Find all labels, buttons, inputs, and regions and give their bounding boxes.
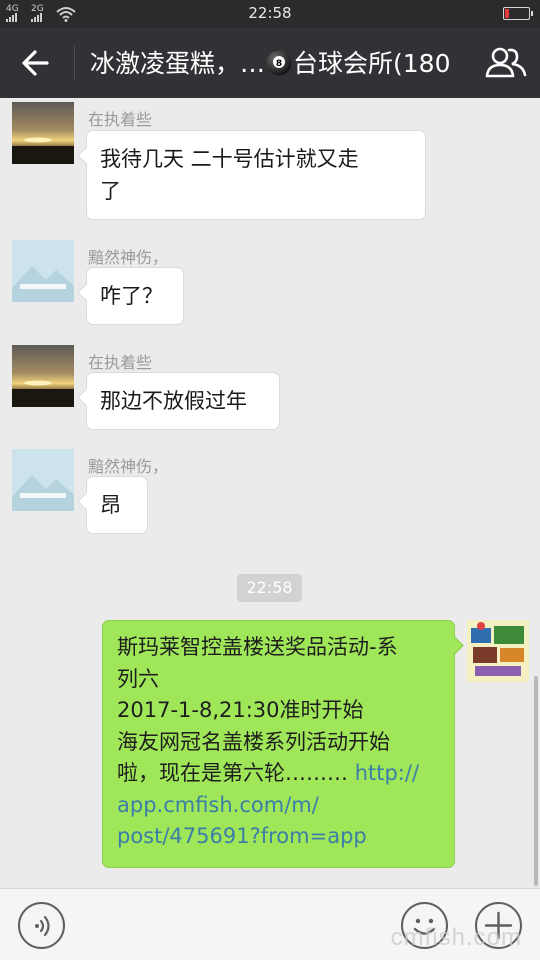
chat-header: 冰激凌蛋糕，… 8 台球会所(180: [0, 28, 540, 98]
scrollbar[interactable]: [534, 676, 538, 886]
sender-name: 在执着些: [88, 110, 153, 129]
sunset-avatar[interactable]: [12, 345, 74, 407]
status-bar: 4G 2G 22:58: [0, 0, 540, 28]
title-divider: [74, 46, 75, 80]
message-text-line: 啦，现在是第六轮……… http://: [117, 758, 441, 790]
status-time: 22:58: [248, 4, 292, 22]
sender-name: 在执着些: [88, 353, 153, 372]
message-text: 咋了？: [100, 284, 163, 308]
message-bubble[interactable]: 那边不放假过年: [86, 372, 280, 430]
group-info-button[interactable]: [484, 45, 528, 81]
sender-name: 黯然神伤，: [88, 457, 169, 476]
message-text-line: 了: [100, 179, 121, 203]
chat-message-list[interactable]: 在执着些 我待几天 二十号估计就又走 了 黯然神伤， 咋了？ 在执着些 那边不放…: [0, 98, 540, 888]
message-bubble-outgoing[interactable]: 斯玛莱智控盖楼送奖品活动-系 列六 2017-1-8,21:30准时开始 海友网…: [102, 620, 455, 868]
battery-fill: [505, 9, 509, 18]
placeholder-avatar[interactable]: [12, 449, 74, 511]
promo-avatar[interactable]: [467, 620, 529, 682]
back-arrow-icon: [22, 50, 49, 76]
chat-title-part1: 冰激凌蛋糕，…: [90, 49, 266, 78]
message-text: 啦，现在是第六轮………: [117, 761, 355, 785]
group-members-icon: [485, 47, 527, 78]
message-text-line: 海友网冠名盖楼系列活动开始: [117, 729, 390, 754]
message-bubble[interactable]: 昂: [86, 476, 148, 534]
chat-title: 冰激凌蛋糕，… 8 台球会所(180: [90, 47, 470, 81]
message-text-line: 列六: [117, 666, 159, 691]
placeholder-avatar[interactable]: [12, 240, 74, 302]
voice-icon: [35, 915, 50, 937]
watermark: cmfish.com: [390, 924, 522, 951]
billiard-ball-icon: 8: [266, 50, 292, 76]
message-text: 那边不放假过年: [100, 389, 247, 413]
message-bubble[interactable]: 咋了？: [86, 267, 184, 325]
chat-title-part2: 台球会所(180: [293, 49, 451, 78]
message-link[interactable]: http://: [355, 761, 419, 785]
sunset-avatar[interactable]: [12, 102, 74, 164]
battery-icon: [503, 7, 533, 20]
message-text-line: 我待几天 二十号估计就又走: [100, 147, 359, 171]
sender-name: 黯然神伤，: [88, 248, 169, 267]
message-bubble[interactable]: 我待几天 二十号估计就又走 了: [86, 130, 426, 220]
message-text-line: 斯玛莱智控盖楼送奖品活动-系: [117, 635, 398, 659]
svg-text:8: 8: [276, 59, 282, 69]
chat-input-bar: cmfish.com: [0, 888, 540, 960]
voice-button[interactable]: [18, 902, 65, 949]
message-link[interactable]: app.cmfish.com/m/: [117, 790, 441, 822]
message-text: 昂: [100, 493, 121, 517]
back-button[interactable]: [10, 41, 62, 85]
message-link[interactable]: post/475691?from=app: [117, 821, 441, 853]
time-divider: 22:58: [237, 574, 302, 602]
message-text-line: 2017-1-8,21:30准时开始: [117, 698, 364, 722]
